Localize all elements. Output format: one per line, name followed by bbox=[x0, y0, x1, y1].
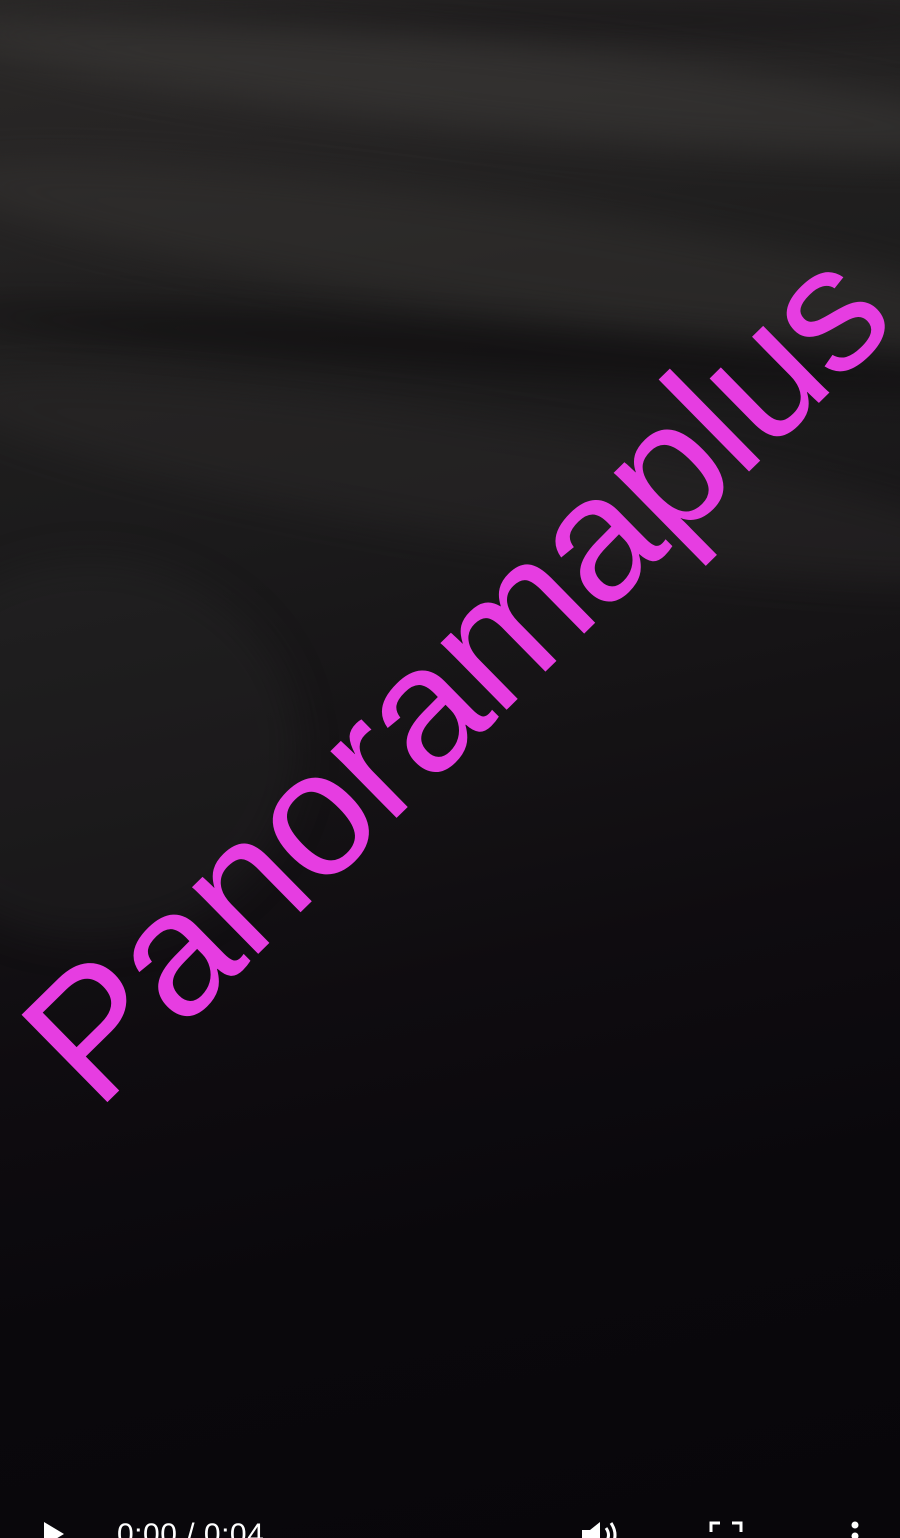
watermark-text: Panoramaplus bbox=[0, 209, 900, 1140]
video-frame-shade bbox=[0, 123, 900, 387]
play-icon bbox=[40, 1520, 68, 1538]
volume-icon bbox=[578, 1520, 624, 1538]
volume-button[interactable] bbox=[578, 1520, 624, 1538]
video-frame-shade bbox=[0, 560, 300, 940]
fullscreen-icon bbox=[708, 1520, 744, 1538]
video-frame-shade bbox=[0, 0, 900, 40]
video-frame-shade bbox=[0, 334, 900, 626]
more-vert-icon bbox=[845, 1520, 865, 1538]
play-button[interactable] bbox=[40, 1520, 68, 1538]
more-options-button[interactable] bbox=[845, 1520, 865, 1538]
video-controls-bar: 0:00 / 0:04 bbox=[0, 1508, 900, 1538]
video-frame-shade bbox=[0, 0, 900, 188]
time-readout: 0:00 / 0:04 bbox=[117, 1518, 265, 1538]
fullscreen-button[interactable] bbox=[708, 1520, 744, 1538]
video-player[interactable]: Panoramaplus 0:00 / 0:04 bbox=[0, 0, 900, 1538]
video-frame-shade bbox=[0, 291, 900, 409]
